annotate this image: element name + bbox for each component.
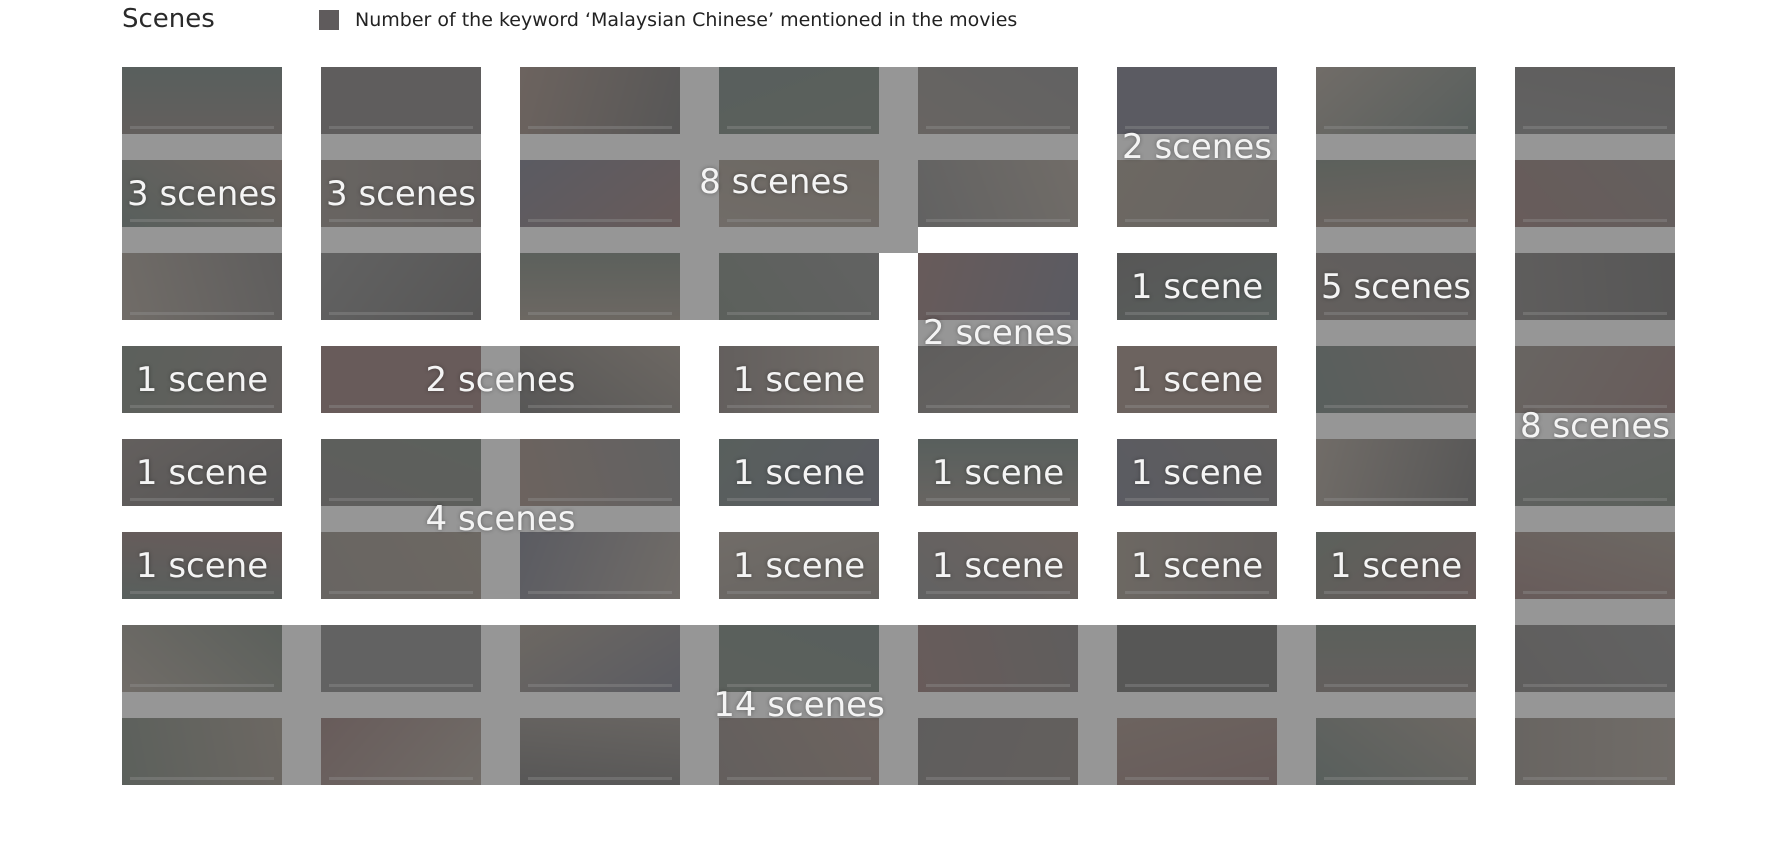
scene-count-label: 1 scene — [732, 545, 866, 586]
scene-group-overlay — [520, 160, 719, 253]
scene-group-overlay — [520, 67, 719, 160]
scene-group-overlay — [1515, 718, 1675, 785]
scene-group-overlay — [520, 718, 719, 785]
scene-group-overlay — [321, 253, 481, 320]
scene-group-overlay — [321, 625, 520, 718]
scene-group-overlay — [1117, 160, 1277, 227]
scene-count-label: 4 scenes — [425, 499, 576, 539]
scene-group-overlay — [321, 532, 520, 599]
scene-count-label: 1 scene — [1329, 545, 1463, 586]
scene-count-label: 1 scene — [135, 452, 269, 493]
scene-group-overlay — [918, 160, 1078, 227]
scene-group-overlay — [1515, 439, 1675, 532]
scene-group-overlay — [1316, 160, 1476, 253]
scene-count-label: 1 scene — [1130, 452, 1264, 493]
scene-count-label: 1 scene — [1130, 266, 1264, 307]
scene-group-overlay — [1515, 160, 1675, 253]
scene-count-label: 1 scene — [135, 359, 269, 400]
scene-group-overlay — [321, 718, 520, 785]
scene-group-overlay — [1515, 532, 1675, 625]
scene-group-overlay — [321, 67, 481, 160]
scene-group-overlay — [1117, 718, 1316, 785]
scene-count-label: 1 scene — [135, 545, 269, 586]
scene-count-label: 1 scene — [1130, 545, 1264, 586]
scene-count-label: 1 scene — [931, 545, 1065, 586]
scene-count-label: 14 scenes — [713, 685, 885, 725]
scene-grid: 3 scenes 3 scenes 8 scenes 2 scenes 2 scenes… — [0, 0, 1779, 843]
scene-count-label: 3 scenes — [326, 173, 476, 214]
scene-group-overlay — [1117, 625, 1316, 718]
scene-group-overlay — [1316, 625, 1476, 718]
scene-count-label: 8 scenes — [699, 161, 850, 202]
scene-group-overlay — [1316, 439, 1476, 506]
scene-group-overlay — [520, 625, 719, 718]
scene-group-overlay — [122, 253, 282, 320]
scene-group-overlay — [719, 253, 879, 320]
scene-group-overlay — [1515, 253, 1675, 346]
scene-group-overlay — [1515, 625, 1675, 718]
scene-group-overlay — [122, 718, 321, 785]
scene-group-overlay — [918, 625, 1117, 718]
scene-group-overlay — [1515, 67, 1675, 160]
scene-group-overlay — [520, 253, 719, 320]
scene-count-label: 2 scenes — [923, 313, 1073, 353]
scene-count-label: 3 scenes — [127, 173, 277, 214]
scene-group-overlay — [1316, 67, 1476, 160]
scene-group-overlay — [520, 532, 680, 599]
scene-group-overlay — [719, 718, 918, 785]
scene-group-overlay — [918, 718, 1117, 785]
scene-count-label: 2 scenes — [425, 359, 576, 400]
scene-count-label: 1 scene — [732, 359, 866, 400]
scene-count-label: 1 scene — [931, 452, 1065, 493]
scene-group-overlay — [1316, 718, 1476, 785]
scene-group-overlay — [918, 346, 1078, 413]
scene-group-overlay — [122, 67, 282, 160]
scene-count-label: 8 scenes — [1520, 406, 1670, 446]
scene-count-label: 2 scenes — [1122, 127, 1272, 167]
scene-count-label: 1 scene — [1130, 359, 1264, 400]
scene-group-overlay — [1316, 346, 1476, 439]
scene-group-overlay — [122, 625, 321, 718]
scene-group-overlay — [918, 67, 1078, 160]
scene-group-overlay — [719, 67, 918, 160]
scene-count-label: 1 scene — [732, 452, 866, 493]
scene-count-label: 5 scenes — [1321, 266, 1471, 307]
